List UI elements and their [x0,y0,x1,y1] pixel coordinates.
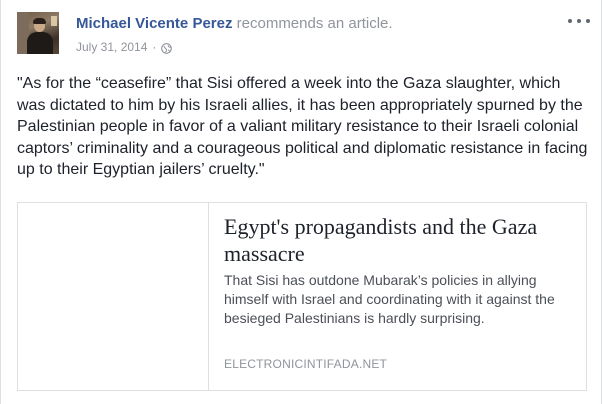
author-name-link[interactable]: Michael Vicente Perez [76,15,232,32]
avatar-figure-hair [33,18,46,24]
avatar-lamp [51,16,57,26]
post-card: Michael Vicente Perez recommends an arti… [0,0,602,404]
globe-icon[interactable] [161,42,173,54]
post-meta: July 31, 2014 · [76,39,173,55]
link-title[interactable]: Egypt's propagandists and the Gaza massa… [224,213,578,267]
post-action-text: recommends an article. [236,15,393,32]
meta-separator: · [152,40,157,54]
link-thumbnail[interactable] [18,203,209,390]
post-timestamp[interactable]: July 31, 2014 [76,39,147,55]
avatar-figure-body [27,32,53,54]
more-options-icon[interactable] [568,14,590,28]
link-domain: ELECTRONICINTIFADA.NET [224,357,388,371]
post-header: Michael Vicente Perez recommends an arti… [76,14,393,34]
link-description: That Sisi has outdone Mubarak’s policies… [224,272,555,326]
shared-link-card[interactable]: Egypt's propagandists and the Gaza massa… [17,202,587,391]
post-message: "As for the “ceasefire” that Sisi offere… [17,75,588,178]
author-avatar[interactable] [17,12,59,54]
